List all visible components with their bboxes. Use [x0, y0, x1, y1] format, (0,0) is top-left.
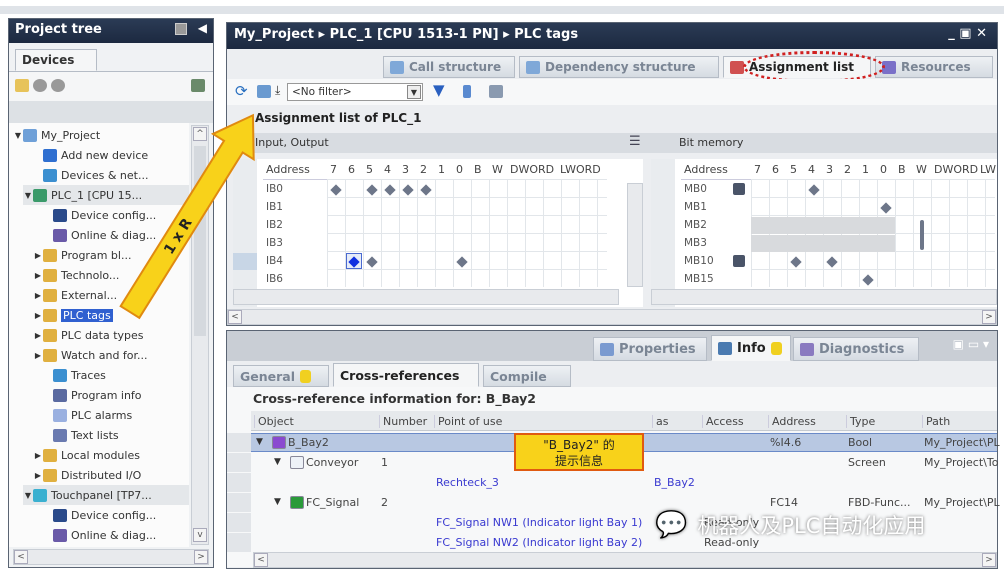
watermark: 💬 机器人及PLC自动化应用	[655, 510, 925, 540]
wechat-icon: 💬	[655, 510, 688, 540]
arrow-shape	[119, 113, 255, 320]
watermark-text: 机器人及PLC自动化应用	[697, 514, 926, 538]
annotation-arrow: 1 x R	[119, 113, 255, 320]
